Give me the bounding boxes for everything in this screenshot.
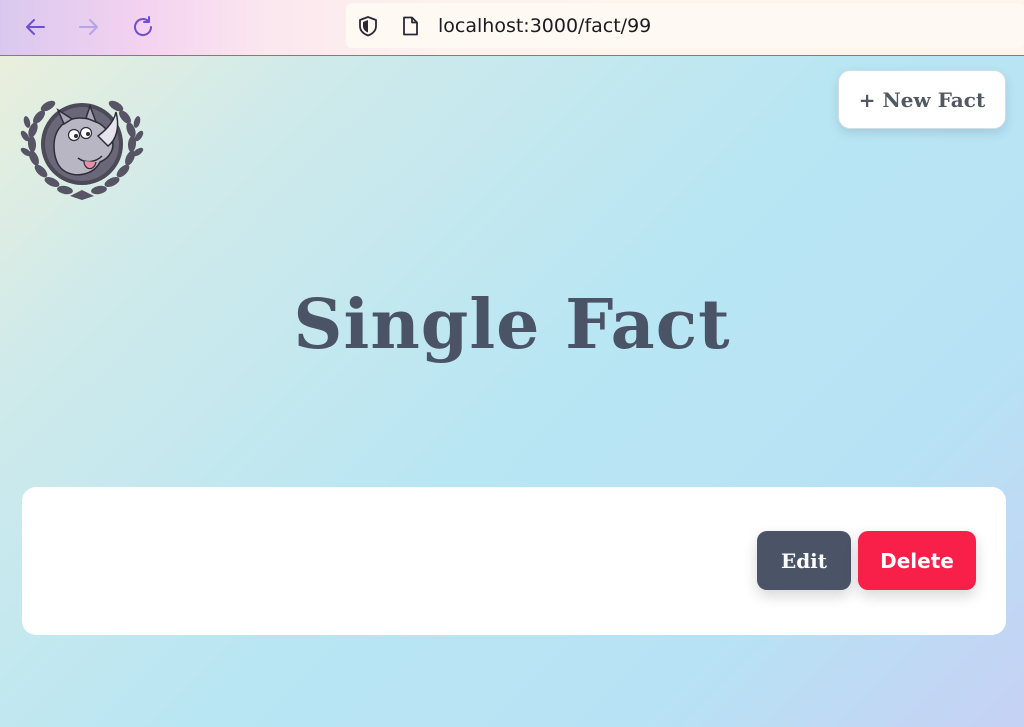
- delete-button[interactable]: Delete: [858, 531, 976, 590]
- back-arrow-icon: [26, 19, 45, 35]
- new-fact-button[interactable]: + New Fact: [838, 70, 1006, 129]
- shield-icon[interactable]: [357, 15, 379, 37]
- edit-button[interactable]: Edit: [757, 531, 851, 590]
- rhino-laurel-logo[interactable]: [20, 88, 144, 204]
- url-text[interactable]: localhost:3000/fact/99: [438, 15, 651, 37]
- reload-button[interactable]: [128, 12, 158, 42]
- fact-card: Edit Delete: [22, 487, 1006, 635]
- forward-button[interactable]: [74, 12, 104, 42]
- reload-icon: [134, 16, 153, 36]
- forward-arrow-icon: [79, 19, 98, 35]
- browser-toolbar: localhost:3000/fact/99: [0, 0, 1024, 56]
- address-bar[interactable]: localhost:3000/fact/99: [346, 3, 1024, 48]
- page-icon[interactable]: [399, 15, 421, 37]
- page-title: Single Fact: [293, 285, 731, 365]
- back-button[interactable]: [20, 12, 50, 42]
